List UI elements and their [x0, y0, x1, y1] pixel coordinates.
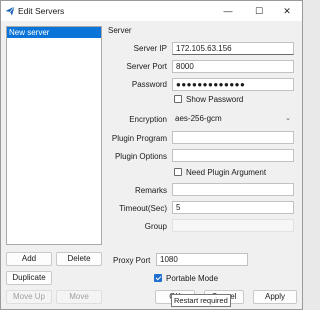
restart-required-tooltip: Restart required [171, 294, 231, 307]
plugin-program-label: Plugin Program [111, 134, 167, 143]
group-field[interactable] [172, 219, 294, 232]
password-label: Password [131, 80, 167, 89]
need-plugin-argument-checkbox[interactable] [174, 168, 182, 176]
portable-mode-checkbox[interactable] [154, 274, 162, 282]
title-bar: Edit Servers — ☐ ✕ [1, 1, 302, 21]
server-list[interactable]: New server [6, 26, 102, 245]
timeout-field[interactable]: 5 [172, 201, 294, 214]
plugin-options-field[interactable] [172, 149, 294, 162]
move-down-button[interactable]: Move [56, 290, 102, 304]
maximize-button[interactable]: ☐ [244, 1, 274, 21]
remarks-label: Remarks [134, 186, 167, 195]
plugin-options-label: Plugin Options [114, 152, 167, 161]
encryption-label: Encryption [129, 115, 167, 124]
proxy-port-label: Proxy Port [113, 256, 151, 265]
password-field[interactable]: ●●●●●●●●●●●●● [172, 78, 294, 91]
minimize-button[interactable]: — [213, 1, 243, 21]
need-plugin-argument-label: Need Plugin Argument [186, 168, 267, 177]
server-port-field[interactable]: 8000 [172, 60, 294, 73]
server-list-item[interactable]: New server [7, 27, 101, 38]
move-up-button[interactable]: Move Up [6, 290, 52, 304]
edit-servers-window: Edit Servers — ☐ ✕ New server Add Delete… [0, 0, 303, 310]
close-button[interactable]: ✕ [272, 1, 302, 21]
paper-plane-icon [5, 6, 15, 16]
portable-mode-label: Portable Mode [166, 274, 219, 283]
delete-button[interactable]: Delete [56, 252, 102, 266]
plugin-program-field[interactable] [172, 131, 294, 144]
server-group-title: Server [108, 26, 132, 35]
server-ip-field[interactable]: 172.105.63.156 [172, 42, 294, 55]
encryption-select[interactable]: aes-256-gcm ⌄ [172, 112, 294, 125]
show-password-label: Show Password [186, 95, 244, 104]
duplicate-button[interactable]: Duplicate [6, 271, 52, 285]
encryption-value: aes-256-gcm [175, 114, 222, 123]
show-password-checkbox[interactable] [174, 95, 182, 103]
timeout-label: Timeout(Sec) [119, 204, 167, 213]
apply-button[interactable]: Apply [253, 290, 297, 304]
server-ip-label: Server IP [133, 44, 167, 53]
chevron-down-icon: ⌄ [285, 115, 291, 122]
add-button[interactable]: Add [6, 252, 52, 266]
proxy-port-field[interactable]: 1080 [156, 253, 248, 266]
window-title: Edit Servers [18, 6, 65, 16]
group-label: Group [144, 222, 167, 231]
remarks-field[interactable] [172, 183, 294, 196]
server-port-label: Server Port [126, 62, 167, 71]
